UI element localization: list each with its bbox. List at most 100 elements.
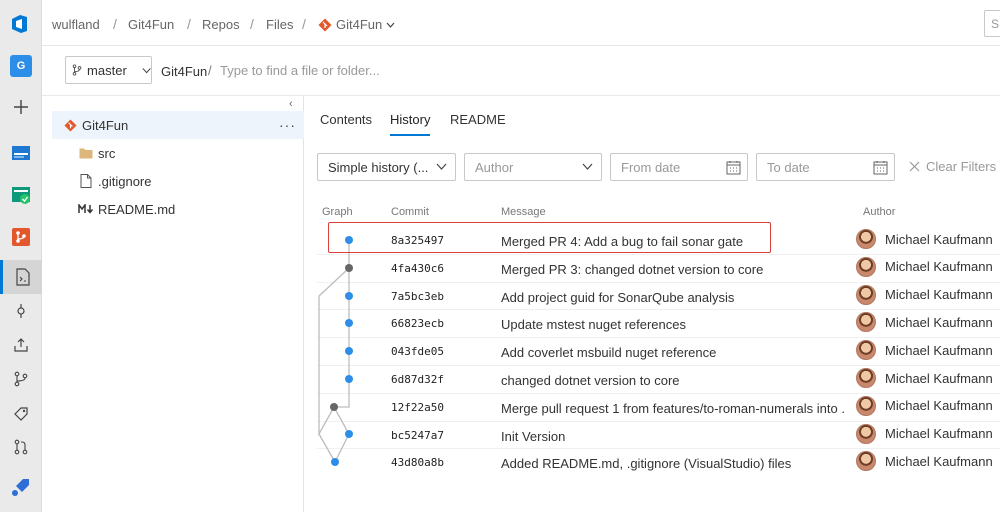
azure-devops-app: G wulfland / Git4Fun / Repos / Files / G… [0,0,1000,512]
commit-author: Michael Kaufmann [856,423,993,444]
avatar [856,423,876,444]
author-name: Michael Kaufmann [885,314,993,330]
collapse-tree-icon[interactable]: ‹ [289,98,293,110]
calendar-icon[interactable] [873,160,888,175]
tree-item-label: .gitignore [98,173,152,189]
tree-item-file[interactable]: .gitignore [52,167,304,195]
column-header-commit: Commit [391,206,429,218]
commit-row[interactable]: 043fde05 Add coverlet msbuild nuget refer… [317,337,1000,365]
pushes-icon[interactable] [0,328,42,362]
commit-row[interactable]: 8a325497 Merged PR 4: Add a bug to fail s… [317,226,1000,254]
graph-node [331,458,339,466]
commit-message[interactable]: Merged PR 3: changed dotnet version to c… [501,262,846,277]
commit-row[interactable]: 66823ecb Update mstest nuget references Mi… [317,309,1000,337]
commit-id[interactable]: 12f22a50 [391,401,444,414]
commit-row[interactable]: bc5247a7 Init Version Michael Kaufmann [317,421,1000,449]
author-filter-dropdown[interactable]: Author [464,153,602,181]
breadcrumb-repos[interactable]: Repos [202,17,240,32]
commit-graph [318,236,353,466]
branch-selector[interactable]: master [65,56,152,84]
column-header-author: Author [863,206,896,218]
current-repo-label: Git4Fun [336,17,383,32]
commit-id[interactable]: 8a325497 [391,234,444,247]
commit-id[interactable]: bc5247a7 [391,429,444,442]
search-input[interactable]: S [984,10,1000,37]
boards-icon[interactable] [0,136,42,170]
tree-item-file[interactable]: README.md [52,195,304,223]
breadcrumb-files[interactable]: Files [266,17,293,32]
tab-contents[interactable]: Contents [320,112,372,134]
tree-item-repo[interactable]: Git4Fun ··· [52,111,304,139]
commit-row[interactable]: 7a5bc3eb Add project guid for SonarQube a… [317,282,1000,310]
author-filter-placeholder: Author [475,160,514,175]
commits-icon[interactable] [0,294,42,328]
commit-id[interactable]: 7a5bc3eb [391,290,444,303]
top-bar: wulfland / Git4Fun / Repos / Files / Git… [42,0,1000,46]
author-name: Michael Kaufmann [885,287,993,303]
commit-message[interactable]: changed dotnet version to core [501,373,846,388]
files-icon[interactable] [0,260,42,294]
breadcrumb-org[interactable]: wulfland [52,17,100,32]
chevron-down-icon [436,163,447,170]
add-icon[interactable] [0,90,42,124]
from-date-field[interactable]: From date [610,153,748,181]
tree-item-folder[interactable]: src [52,139,304,167]
commit-message[interactable]: Add project guid for SonarQube analysis [501,290,846,305]
branch-name: master [87,62,127,78]
commit-message[interactable]: Update mstest nuget references [501,317,846,332]
more-options-icon[interactable]: ··· [279,117,296,133]
branches-icon[interactable] [0,362,42,396]
breadcrumb-separator: / [250,16,254,32]
graph-nodes [330,236,353,466]
column-header-graph: Graph [322,206,353,218]
repo-icon [62,117,78,133]
pipelines-icon[interactable] [0,470,42,504]
commit-id[interactable]: 4fa430c6 [391,262,444,275]
avatar [856,229,876,249]
tree-item-label: src [98,145,116,161]
commit-message[interactable]: Add coverlet msbuild nuget reference [501,345,846,360]
commit-row[interactable]: 12f22a50 Merge pull request 1 from featur… [317,393,1000,421]
path-repo-root[interactable]: Git4Fun [161,64,207,79]
commit-message[interactable]: Merge pull request 1 from features/to-ro… [501,401,846,416]
path-separator: / [208,63,212,78]
azure-devops-logo-icon[interactable] [8,12,32,36]
to-date-field[interactable]: To date [756,153,895,181]
calendar-icon[interactable] [726,160,741,175]
commit-row[interactable]: 6d87d32f changed dotnet version to core Mi… [317,365,1000,393]
commit-id[interactable]: 6d87d32f [391,373,444,386]
clear-filters-button[interactable]: Clear Filters [909,159,996,174]
chevron-down-icon [386,22,395,28]
avatar [856,284,876,305]
tab-history[interactable]: History [390,112,431,136]
commit-row[interactable]: 43d80a8b Added README.md, .gitignore (Vis… [317,448,1000,476]
folder-icon [78,145,94,161]
commit-id[interactable]: 043fde05 [391,345,444,358]
author-name: Michael Kaufmann [885,398,993,414]
commit-author: Michael Kaufmann [856,284,993,305]
project-avatar[interactable]: G [10,55,32,77]
path-search-input[interactable] [220,58,520,82]
graph-node [345,236,353,244]
test-plans-icon[interactable] [0,178,42,212]
history-type-dropdown[interactable]: Simple history (... [317,153,456,181]
commit-id[interactable]: 43d80a8b [391,456,444,469]
tree-item-label: README.md [98,201,176,217]
clear-filters-label: Clear Filters [926,159,997,174]
commit-message[interactable]: Added README.md, .gitignore (VisualStudi… [501,456,846,471]
tab-readme[interactable]: README [450,112,506,134]
author-name: Michael Kaufmann [885,426,993,442]
to-date-placeholder: To date [767,160,810,175]
left-rail: G [0,0,42,512]
breadcrumb-project[interactable]: Git4Fun [128,17,174,32]
repos-icon[interactable] [0,220,42,254]
commit-message[interactable]: Init Version [501,429,846,444]
commit-message[interactable]: Merged PR 4: Add a bug to fail sonar gat… [501,234,846,249]
repo-selector[interactable]: Git4Fun [318,17,395,32]
graph-node [345,319,353,327]
commit-id[interactable]: 66823ecb [391,317,444,330]
commit-author: Michael Kaufmann [856,229,993,249]
pull-requests-icon[interactable] [0,430,42,464]
commit-row[interactable]: 4fa430c6 Merged PR 3: changed dotnet vers… [317,254,1000,282]
tags-icon[interactable] [0,396,42,430]
